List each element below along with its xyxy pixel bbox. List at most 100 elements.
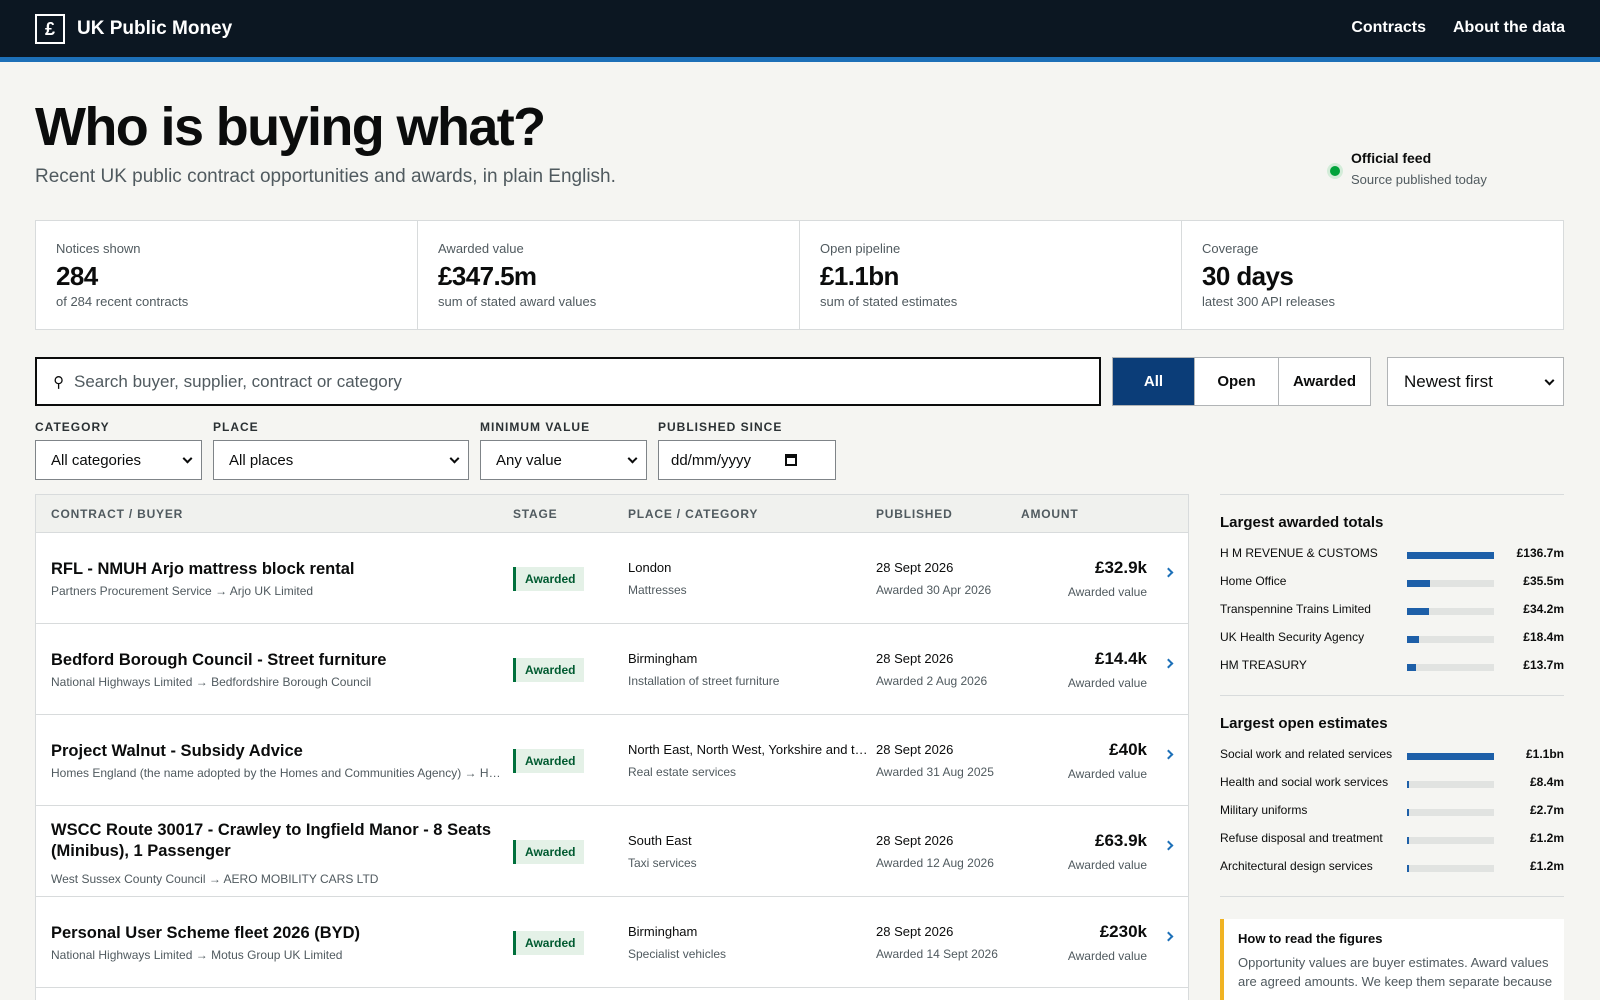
place-select[interactable]: All places xyxy=(213,440,469,480)
awarded-total-row: HM TREASURY £13.7m xyxy=(1220,653,1564,681)
table-row[interactable]: WSCC Route 30017 - Crawley to Ingfield M… xyxy=(36,806,1188,897)
chevron-down-icon xyxy=(182,453,193,464)
feed-subtitle: Source published today xyxy=(1351,172,1487,187)
awarded-total-row: Home Office £35.5m xyxy=(1220,569,1564,597)
top-nav: Contracts About the data xyxy=(1324,19,1565,37)
place-value: All places xyxy=(229,451,294,469)
open-estimate-bar-track xyxy=(1407,865,1494,872)
category: Installation of street furniture xyxy=(628,674,780,688)
open-estimate-label: Refuse disposal and treatment xyxy=(1220,831,1383,845)
awarded-date: Awarded 31 Aug 2025 xyxy=(876,765,994,779)
col-amount: AMOUNT xyxy=(1021,507,1079,521)
place: Birmingham xyxy=(628,924,698,939)
table-row[interactable]: Project Walnut - Subsidy Advice Homes En… xyxy=(36,715,1188,806)
chevron-right-icon[interactable] xyxy=(1163,840,1174,851)
note-body: Opportunity values are buyer estimates. … xyxy=(1238,955,1553,989)
amount-label: Awarded value xyxy=(1067,858,1147,872)
site-title: UK Public Money xyxy=(77,18,233,39)
min-value-value: Any value xyxy=(496,451,562,469)
col-stage: STAGE xyxy=(513,507,558,521)
amount: £14.4k xyxy=(1095,649,1147,668)
buyer-supplier: Partners Procurement Service → Arjo UK L… xyxy=(51,584,314,598)
awarded-total-label: HM TREASURY xyxy=(1220,658,1307,672)
awarded-total-value: £34.2m xyxy=(1523,602,1564,616)
category-label: CATEGORY xyxy=(35,420,110,434)
open-estimate-value: £1.2m xyxy=(1529,831,1564,845)
stat-value: 30 days xyxy=(1202,261,1294,291)
stat-coverage: Coverage 30 days latest 300 API releases xyxy=(1182,221,1563,329)
stage-all-button[interactable]: All xyxy=(1113,358,1195,405)
awarded-total-bar-fill xyxy=(1407,664,1416,671)
place: London xyxy=(628,560,672,575)
col-published: PUBLISHED xyxy=(876,507,953,521)
awarded-total-bar-track xyxy=(1407,580,1494,587)
chevron-right-icon[interactable] xyxy=(1163,567,1174,578)
calendar-icon[interactable] xyxy=(785,454,797,466)
pound-logo-icon: £ xyxy=(35,14,65,44)
table-row[interactable]: RFL - NMUH Arjo mattress block rental Pa… xyxy=(36,533,1188,624)
open-estimates-list: Social work and related services £1.1bn He… xyxy=(1220,742,1564,882)
amount-label: Awarded value xyxy=(1067,767,1147,781)
contract-title[interactable]: RFL - NMUH Arjo mattress block rental xyxy=(51,559,506,580)
sort-select[interactable]: Newest first xyxy=(1387,357,1564,406)
buyer-supplier: West Sussex County Council → AERO MOBILI… xyxy=(51,872,379,886)
open-estimate-label: Social work and related services xyxy=(1220,747,1393,761)
divider xyxy=(1220,494,1564,495)
nav-contracts-link[interactable]: Contracts xyxy=(1351,19,1426,37)
stage-open-button[interactable]: Open xyxy=(1195,358,1279,405)
open-estimate-row: Architectural design services £1.2m xyxy=(1220,854,1564,882)
feed-title: Official feed xyxy=(1351,150,1432,166)
open-estimates-heading: Largest open estimates xyxy=(1220,715,1388,732)
stat-notices: Notices shown 284 of 284 recent contract… xyxy=(36,221,418,329)
open-estimate-bar-fill xyxy=(1407,837,1409,844)
open-estimate-bar-fill xyxy=(1407,809,1409,816)
category-select[interactable]: All categories xyxy=(35,440,202,480)
awarded-total-bar-fill xyxy=(1407,580,1430,587)
chevron-right-icon[interactable] xyxy=(1163,931,1174,942)
open-estimate-row: Health and social work services £8.4m xyxy=(1220,770,1564,798)
contract-title[interactable]: WSCC Route 30017 - Crawley to Ingfield M… xyxy=(51,820,506,862)
open-estimate-row: Refuse disposal and treatment £1.2m xyxy=(1220,826,1564,854)
contract-title[interactable]: Personal User Scheme fleet 2026 (BYD) xyxy=(51,923,506,944)
stat-sub: sum of stated estimates xyxy=(820,294,958,309)
contracts-table: CONTRACT / BUYER STAGE PLACE / CATEGORY … xyxy=(35,494,1189,1000)
date-placeholder: dd/mm/yyyy xyxy=(671,451,752,469)
awarded-total-label: Transpennine Trains Limited xyxy=(1220,602,1371,616)
open-estimate-bar-fill xyxy=(1407,781,1409,788)
amount: £63.9k xyxy=(1095,831,1147,850)
category-value: All categories xyxy=(51,451,142,469)
buyer-supplier: Homes England (the name adopted by the H… xyxy=(51,766,506,780)
open-estimate-row: Military uniforms £2.7m xyxy=(1220,798,1564,826)
amount: £40k xyxy=(1109,740,1147,759)
awarded-total-row: H M REVENUE & CUSTOMS £136.7m xyxy=(1220,541,1564,569)
status-badge: Awarded xyxy=(513,567,585,591)
amount-label: Awarded value xyxy=(1067,676,1147,690)
chevron-right-icon[interactable] xyxy=(1163,749,1174,760)
status-dot-icon xyxy=(1330,166,1340,176)
stat-label: Awarded value xyxy=(438,241,524,256)
chevron-right-icon[interactable] xyxy=(1163,658,1174,669)
category: Real estate services xyxy=(628,765,737,779)
min-value-select[interactable]: Any value xyxy=(480,440,647,480)
published-since-input[interactable]: dd/mm/yyyy xyxy=(658,440,836,480)
brand[interactable]: £ UK Public Money xyxy=(35,14,232,44)
buyer-supplier: National Highways Limited → Bedfordshire… xyxy=(51,675,372,689)
open-estimate-bar-fill xyxy=(1407,753,1494,760)
stage-awarded-button[interactable]: Awarded xyxy=(1279,358,1370,405)
open-estimate-label: Health and social work services xyxy=(1220,775,1389,789)
awarded-date: Awarded 2 Aug 2026 xyxy=(876,674,988,688)
published-date: 28 Sept 2026 xyxy=(876,651,954,666)
search-input[interactable] xyxy=(74,371,1054,392)
open-estimate-bar-track xyxy=(1407,753,1494,760)
contract-title[interactable]: Bedford Borough Council - Street furnitu… xyxy=(51,650,506,671)
contract-title[interactable]: Project Walnut - Subsidy Advice xyxy=(51,741,506,762)
table-row[interactable]: Bedford Borough Council - Street furnitu… xyxy=(36,624,1188,715)
published-date: 28 Sept 2026 xyxy=(876,833,954,848)
status-badge: Awarded xyxy=(513,749,585,773)
status-badge: Awarded xyxy=(513,931,585,955)
amount: £230k xyxy=(1099,922,1147,941)
table-row[interactable]: Personal User Scheme fleet 2026 (BYD) Na… xyxy=(36,897,1188,988)
nav-about-data-link[interactable]: About the data xyxy=(1453,19,1565,37)
min-value-label: MINIMUM VALUE xyxy=(480,420,591,434)
awarded-total-bar-track xyxy=(1407,552,1494,559)
